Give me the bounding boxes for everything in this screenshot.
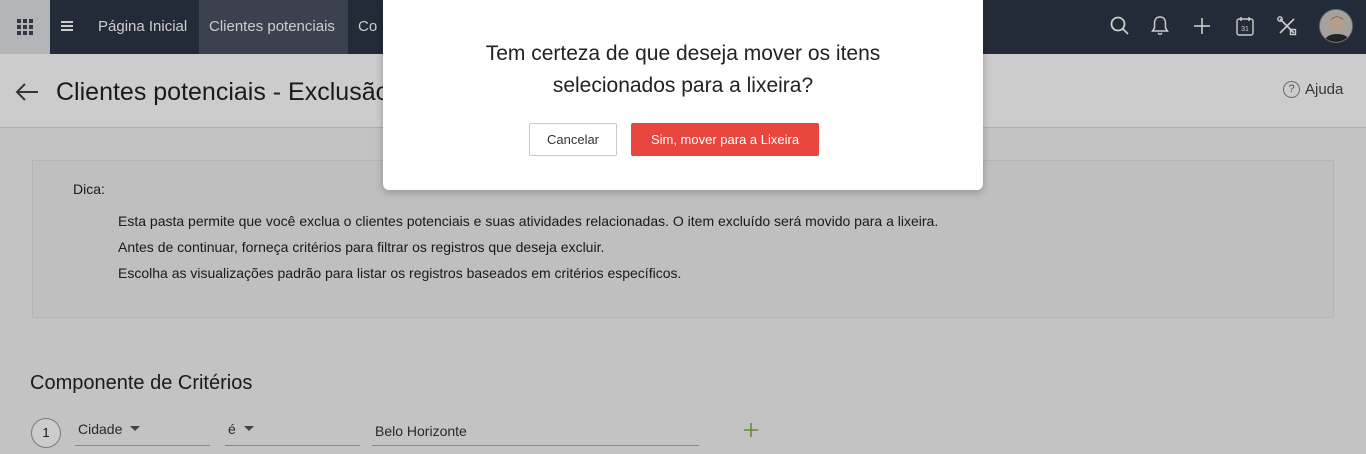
confirm-dialog: Tem certeza de que deseja mover os itens… [383, 0, 983, 190]
cancel-button[interactable]: Cancelar [529, 123, 617, 156]
dialog-message: Tem certeza de que deseja mover os itens… [485, 42, 881, 97]
move-to-trash-button[interactable]: Sim, mover para a Lixeira [631, 123, 819, 156]
